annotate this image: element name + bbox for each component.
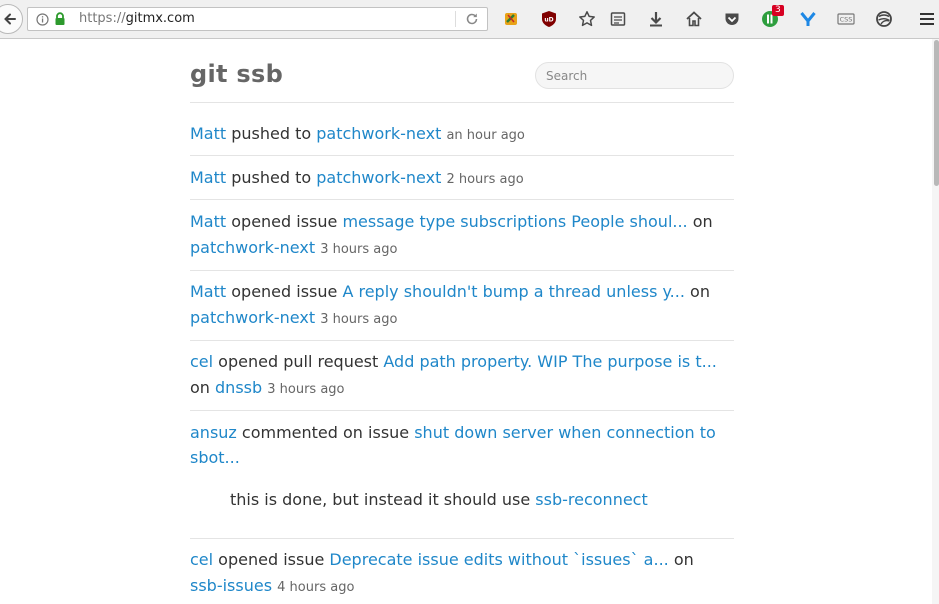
user-link[interactable]: Matt xyxy=(190,212,226,231)
action-text: opened issue xyxy=(226,212,343,231)
search-input[interactable] xyxy=(535,62,734,89)
issue-link[interactable]: shut down server when connection to xyxy=(414,423,716,442)
lock-icon[interactable] xyxy=(54,12,66,26)
download-icon[interactable] xyxy=(647,10,665,28)
pull-request-link[interactable]: Add path property. WIP The purpose is t.… xyxy=(383,352,717,371)
on-text: on xyxy=(684,282,710,301)
page-title[interactable]: git ssb xyxy=(190,60,283,88)
ublock-icon[interactable]: uD xyxy=(540,10,558,28)
svg-text:CSS: CSS xyxy=(840,16,853,24)
header-divider xyxy=(190,102,734,103)
issue-link[interactable]: A reply shouldn't bump a thread unless y… xyxy=(342,282,684,301)
on-text: on xyxy=(668,550,694,569)
timestamp: 3 hours ago xyxy=(267,382,345,397)
issue-link[interactable]: message type subscriptions People shoul.… xyxy=(342,212,687,231)
user-link[interactable]: cel xyxy=(190,352,213,371)
feed-item-continuation: ssb-issues 4 hours ago xyxy=(190,576,354,598)
user-link[interactable]: ansuz xyxy=(190,423,237,442)
user-link[interactable]: Matt xyxy=(190,168,226,187)
item-divider xyxy=(190,538,734,539)
feed-item: cel opened pull request Add path propert… xyxy=(190,352,717,372)
feed-item-continuation: patchwork-next 3 hours ago xyxy=(190,238,397,260)
repo-link[interactable]: patchwork-next xyxy=(190,308,315,327)
action-text: opened issue xyxy=(213,550,330,569)
comment-text: this is done, but instead it should use xyxy=(230,490,536,509)
reading-list-icon[interactable] xyxy=(609,10,627,28)
url-text[interactable]: https://gitmx.com xyxy=(79,11,195,26)
back-arrow-icon xyxy=(4,13,16,25)
item-divider xyxy=(190,155,734,156)
urlbar-separator xyxy=(455,11,456,27)
home-icon[interactable] xyxy=(685,10,703,28)
repo-link[interactable]: patchwork-next xyxy=(190,238,315,257)
timestamp: 2 hours ago xyxy=(446,172,524,187)
repo-link[interactable]: ssb-issues xyxy=(190,576,272,595)
repo-link[interactable]: patchwork-next xyxy=(316,168,441,187)
reload-icon[interactable] xyxy=(465,12,479,26)
comment-body: this is done, but instead it should use … xyxy=(230,490,648,510)
action-text: pushed to xyxy=(226,168,317,187)
feed-item: Matt opened issue message type subscript… xyxy=(190,212,713,232)
issue-link[interactable]: Deprecate issue edits without `issues` a… xyxy=(329,550,668,569)
feed-item-continuation: sbot... xyxy=(190,448,240,468)
feed-item: Matt pushed to patchwork-next 2 hours ag… xyxy=(190,168,524,190)
feed-item: ansuz commented on issue shut down serve… xyxy=(190,423,716,443)
repo-link[interactable]: dnssb xyxy=(215,378,262,397)
url-host: gitmx.com xyxy=(125,11,195,26)
pocket-icon[interactable] xyxy=(723,10,741,28)
timestamp: an hour ago xyxy=(446,128,525,143)
y-extension-icon[interactable] xyxy=(799,10,817,28)
css-extension-icon[interactable]: CSS xyxy=(837,10,855,28)
user-link[interactable]: Matt xyxy=(190,282,226,301)
item-divider xyxy=(190,199,734,200)
address-bar[interactable]: https://gitmx.com xyxy=(27,7,488,31)
repo-link[interactable]: patchwork-next xyxy=(316,124,441,143)
feed-item: cel opened issue Deprecate issue edits w… xyxy=(190,550,694,570)
back-button[interactable] xyxy=(0,4,23,34)
feed-item-continuation: on dnssb 3 hours ago xyxy=(190,378,345,400)
notification-badge: 3 xyxy=(772,5,784,16)
url-scheme: https:// xyxy=(79,11,126,26)
scrollbar-thumb[interactable] xyxy=(934,40,939,186)
user-link[interactable]: Matt xyxy=(190,124,226,143)
browser-toolbar: https://gitmx.com uD 3 CSS xyxy=(0,0,939,39)
issue-link-continuation[interactable]: sbot... xyxy=(190,448,240,467)
info-icon[interactable] xyxy=(36,13,49,26)
svg-text:uD: uD xyxy=(544,17,553,24)
action-text: pushed to xyxy=(226,124,317,143)
user-link[interactable]: cel xyxy=(190,550,213,569)
timestamp: 3 hours ago xyxy=(320,242,398,257)
action-text: commented on issue xyxy=(236,423,415,442)
feed-item: Matt opened issue A reply shouldn't bump… xyxy=(190,282,710,302)
action-text: opened issue xyxy=(226,282,343,301)
timestamp: 3 hours ago xyxy=(320,312,398,327)
item-divider xyxy=(190,410,734,411)
scuttlebutt-icon[interactable] xyxy=(875,10,893,28)
feed-item: Matt pushed to patchwork-next an hour ag… xyxy=(190,124,525,146)
bookmark-star-icon[interactable] xyxy=(578,10,596,28)
extension-icon[interactable] xyxy=(502,10,520,28)
on-text: on xyxy=(190,378,216,397)
menu-icon[interactable] xyxy=(918,10,936,28)
timestamp: 4 hours ago xyxy=(277,580,355,595)
item-divider xyxy=(190,340,734,341)
item-divider xyxy=(190,270,734,271)
feed-item-continuation: patchwork-next 3 hours ago xyxy=(190,308,397,330)
action-text: opened pull request xyxy=(213,352,384,371)
comment-link[interactable]: ssb-reconnect xyxy=(535,490,647,509)
on-text: on xyxy=(687,212,713,231)
